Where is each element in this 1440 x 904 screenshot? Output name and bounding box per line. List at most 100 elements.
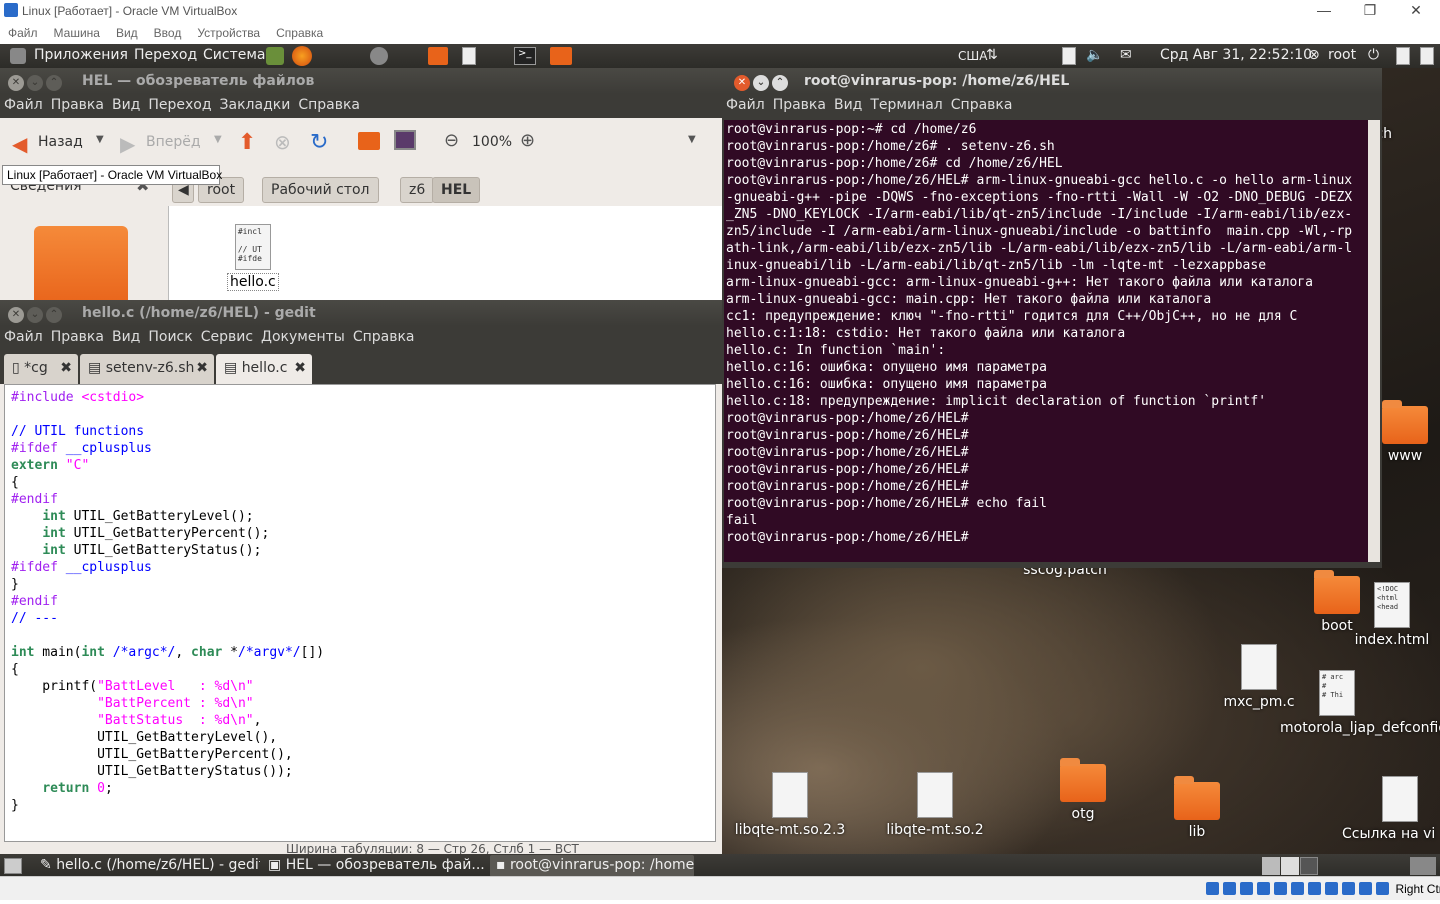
panel-clock[interactable]: Срд Авг 31, 22:52:10 (1160, 47, 1312, 63)
term-menu-help[interactable]: Справка (947, 94, 1017, 113)
keyboard-icon[interactable] (1376, 882, 1389, 895)
forward-button[interactable]: Вперёд (146, 134, 201, 150)
close-icon[interactable]: ✕ (8, 75, 24, 91)
desktop-icon-defconfig[interactable]: # arc # # Thi motorola_ljap_defconfig (1280, 670, 1440, 736)
tab-hello-c[interactable]: ▤ hello.c ✖ (216, 354, 312, 384)
gedit-menu-documents[interactable]: Документы (257, 326, 349, 345)
floppy-icon[interactable] (1240, 882, 1253, 895)
panel-menu-system[interactable]: Система (203, 47, 265, 63)
close-icon[interactable]: ✕ (734, 75, 750, 91)
gedit-menu-help[interactable]: Справка (349, 326, 419, 345)
minimize-icon[interactable]: — (1304, 2, 1344, 20)
shutdown-icon[interactable]: ⏻ (1368, 47, 1379, 63)
code-editor[interactable]: #include <cstdio> // UTIL functions #ifde… (4, 384, 716, 842)
panel-menu-applications[interactable]: Приложения (34, 47, 128, 63)
close-icon[interactable]: ✖ (294, 360, 306, 376)
help-icon[interactable] (266, 47, 284, 65)
reload-icon[interactable]: ↻ (310, 130, 328, 155)
terminal-launcher-icon[interactable]: >_ (514, 47, 536, 65)
home-folder-icon[interactable] (550, 47, 572, 65)
panel-user[interactable]: root (1328, 47, 1356, 63)
fm-menu-file[interactable]: Файл (0, 94, 47, 113)
desktop-icon-libqte-2[interactable]: libqte-mt.so.2 (880, 772, 990, 838)
fm-menu-go[interactable]: Переход (144, 94, 215, 113)
workspace-3[interactable] (1300, 857, 1318, 875)
terminal-scrollbar[interactable] (1368, 120, 1380, 562)
maximize-icon[interactable]: ⌃ (46, 75, 62, 91)
display-icon[interactable] (1325, 882, 1338, 895)
trash-icon[interactable] (1410, 857, 1436, 875)
host-menu-file[interactable]: Файл (0, 22, 46, 40)
zoom-level[interactable]: 100% (472, 134, 512, 150)
view-dropdown-icon[interactable]: ▼ (688, 134, 696, 145)
taskbar-gedit[interactable]: ✎ hello.c (/home/z6/HEL) - gedit (34, 855, 260, 877)
fm-menu-edit[interactable]: Правка (47, 94, 108, 113)
folder-launcher-icon[interactable] (428, 47, 448, 65)
text-editor-icon[interactable] (462, 47, 476, 65)
network-icon[interactable]: ⇅ (986, 47, 998, 63)
notes-icon[interactable] (1062, 47, 1076, 65)
tab-setenv[interactable]: ▤ setenv-z6.sh ✖ (80, 354, 214, 384)
crumb-z6[interactable]: z6 (400, 177, 435, 203)
zoom-out-icon[interactable]: ⊖ (444, 130, 459, 151)
up-arrow-icon[interactable]: ⬆ (238, 130, 256, 155)
computer-icon[interactable] (394, 130, 416, 150)
back-button[interactable]: Назад (38, 134, 83, 150)
panel-menu-places[interactable]: Переход (134, 47, 197, 63)
desktop-icon-libqte-23[interactable]: libqte-mt.so.2.3 (734, 772, 846, 838)
mail-icon[interactable]: ✉ (1120, 47, 1132, 63)
fm-menu-view[interactable]: Вид (108, 94, 144, 113)
keyboard-layout[interactable]: США (958, 49, 987, 63)
user-status-icon[interactable]: ⊗ (1308, 47, 1320, 63)
maximize-icon[interactable]: ⌃ (772, 75, 788, 91)
terminal-output[interactable]: root@vinrarus-pop:~# cd /home/z6 root@vin… (724, 120, 1368, 562)
firefox-icon[interactable] (292, 46, 312, 66)
host-menu-machine[interactable]: Машина (46, 22, 108, 40)
gedit-menu-edit[interactable]: Правка (47, 326, 108, 345)
tab-cg[interactable]: ▯ *cg ✖ (4, 354, 78, 384)
host-menu-devices[interactable]: Устройства (189, 22, 268, 40)
volume-icon[interactable]: 🔈 (1086, 47, 1103, 63)
desktop-icon-lib[interactable]: lib (1142, 776, 1252, 840)
fm-menu-bookmarks[interactable]: Закладки (216, 94, 295, 113)
term-menu-terminal[interactable]: Терминал (866, 94, 946, 113)
mouse-icon[interactable] (1359, 882, 1372, 895)
panel-doc-icon[interactable] (1396, 47, 1410, 65)
virtualization-icon[interactable] (1342, 882, 1355, 895)
close-icon[interactable]: ✖ (196, 360, 208, 376)
home-icon[interactable] (358, 132, 380, 150)
host-menu-input[interactable]: Ввод (146, 22, 190, 40)
close-icon[interactable]: ✕ (8, 307, 24, 323)
audio-icon[interactable] (1257, 882, 1270, 895)
close-icon[interactable]: ✖ (60, 360, 72, 376)
panel-doc-icon-2[interactable] (1420, 47, 1434, 65)
show-desktop-icon[interactable] (4, 858, 22, 874)
chevron-down-icon[interactable]: ▼ (96, 134, 104, 145)
term-menu-view[interactable]: Вид (830, 94, 866, 113)
taskbar-terminal[interactable]: ▪ root@vinrarus-pop: /home/z... (490, 855, 694, 877)
desktop-icon-otg[interactable]: otg (1028, 758, 1138, 822)
term-menu-edit[interactable]: Правка (769, 94, 830, 113)
desktop-icon-index-html[interactable]: <!DOC <html <head index.html (1342, 582, 1440, 648)
desktop-icon-link[interactable]: Ссылка на vi (1342, 776, 1440, 842)
workspace-1[interactable] (1262, 857, 1280, 875)
crumb-hel[interactable]: HEL (432, 177, 481, 203)
host-menu-help[interactable]: Справка (268, 22, 331, 40)
taskbar-filemanager[interactable]: ▣ HEL — обозреватель фай... (262, 855, 488, 877)
gedit-menu-tools[interactable]: Сервис (197, 326, 257, 345)
gedit-menu-view[interactable]: Вид (108, 326, 144, 345)
maximize-icon[interactable]: ❐ (1350, 2, 1390, 20)
workspace-2[interactable] (1281, 857, 1299, 875)
optical-icon[interactable] (1223, 882, 1236, 895)
crumb-desktop[interactable]: Рабочий стол (262, 177, 379, 203)
minimize-icon[interactable]: ⌄ (27, 307, 43, 323)
fm-menu-help[interactable]: Справка (294, 94, 364, 113)
zoom-in-icon[interactable]: ⊕ (520, 130, 535, 151)
usb-icon[interactable] (1291, 882, 1304, 895)
maximize-icon[interactable]: ⌃ (46, 307, 62, 323)
gedit-menu-file[interactable]: Файл (0, 326, 47, 345)
chevron-down-icon[interactable]: ▼ (214, 134, 222, 145)
host-menu-view[interactable]: Вид (108, 22, 146, 40)
close-icon[interactable]: ✕ (1396, 2, 1436, 20)
file-item-hello-c[interactable]: #incl // UT #ifde hello.c (227, 224, 279, 291)
